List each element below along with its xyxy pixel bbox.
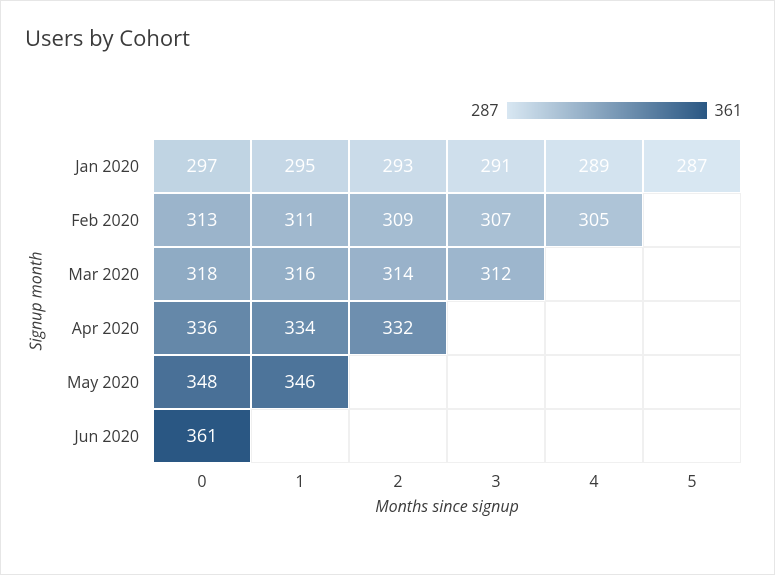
heatmap-cell-empty <box>349 409 447 463</box>
heatmap-cell: 334 <box>251 301 349 355</box>
x-tick-label: 3 <box>447 467 545 495</box>
heatmap-cell-empty <box>643 301 741 355</box>
heatmap-cell-empty <box>545 409 643 463</box>
heatmap-cell: 289 <box>545 139 643 193</box>
chart-card: Users by Cohort 287 361 Jan 2020Feb 2020… <box>0 0 775 575</box>
color-legend: 287 361 <box>471 99 742 121</box>
heatmap-cell-empty <box>447 301 545 355</box>
x-axis-ticks: 012345 <box>153 467 741 495</box>
x-tick-label: 4 <box>545 467 643 495</box>
heatmap-cell-empty <box>447 409 545 463</box>
x-axis-title: Months since signup <box>153 495 741 517</box>
y-axis-title: Signup month <box>23 139 47 463</box>
heatmap-cell: 318 <box>153 247 251 301</box>
heatmap-cell: 316 <box>251 247 349 301</box>
heatmap-cell: 295 <box>251 139 349 193</box>
heatmap-cell-empty <box>545 301 643 355</box>
heatmap-cell-empty <box>251 409 349 463</box>
heatmap-cell-empty <box>643 193 741 247</box>
heatmap-cell: 312 <box>447 247 545 301</box>
heatmap-cell: 309 <box>349 193 447 247</box>
heatmap-cell: 348 <box>153 355 251 409</box>
legend-gradient <box>507 102 707 119</box>
heatmap-cell: 287 <box>643 139 741 193</box>
heatmap-cell: 336 <box>153 301 251 355</box>
heatmap-cell-empty <box>545 355 643 409</box>
heatmap-cell: 293 <box>349 139 447 193</box>
heatmap-cell-empty <box>545 247 643 301</box>
legend-max-label: 361 <box>715 99 742 121</box>
heatmap-cell: 305 <box>545 193 643 247</box>
heatmap-cell-empty <box>643 409 741 463</box>
heatmap-cell-empty <box>447 355 545 409</box>
heatmap-cell: 313 <box>153 193 251 247</box>
heatmap-cell-empty <box>643 355 741 409</box>
heatmap-cell: 297 <box>153 139 251 193</box>
heatmap-cell: 314 <box>349 247 447 301</box>
x-tick-label: 1 <box>251 467 349 495</box>
heatmap-cell: 332 <box>349 301 447 355</box>
heatmap-cell: 307 <box>447 193 545 247</box>
x-tick-label: 0 <box>153 467 251 495</box>
heatmap-cell: 361 <box>153 409 251 463</box>
heatmap-cell: 311 <box>251 193 349 247</box>
heatmap-grid: 2972952932912892873133113093073053183163… <box>153 139 741 463</box>
legend-min-label: 287 <box>471 99 498 121</box>
x-tick-label: 5 <box>643 467 741 495</box>
heatmap-cell-empty <box>643 247 741 301</box>
heatmap-cell: 291 <box>447 139 545 193</box>
heatmap-plot: 2972952932912892873133113093073053183163… <box>153 139 741 463</box>
heatmap-cell-empty <box>349 355 447 409</box>
chart-title: Users by Cohort <box>25 23 190 53</box>
heatmap-cell: 346 <box>251 355 349 409</box>
x-tick-label: 2 <box>349 467 447 495</box>
